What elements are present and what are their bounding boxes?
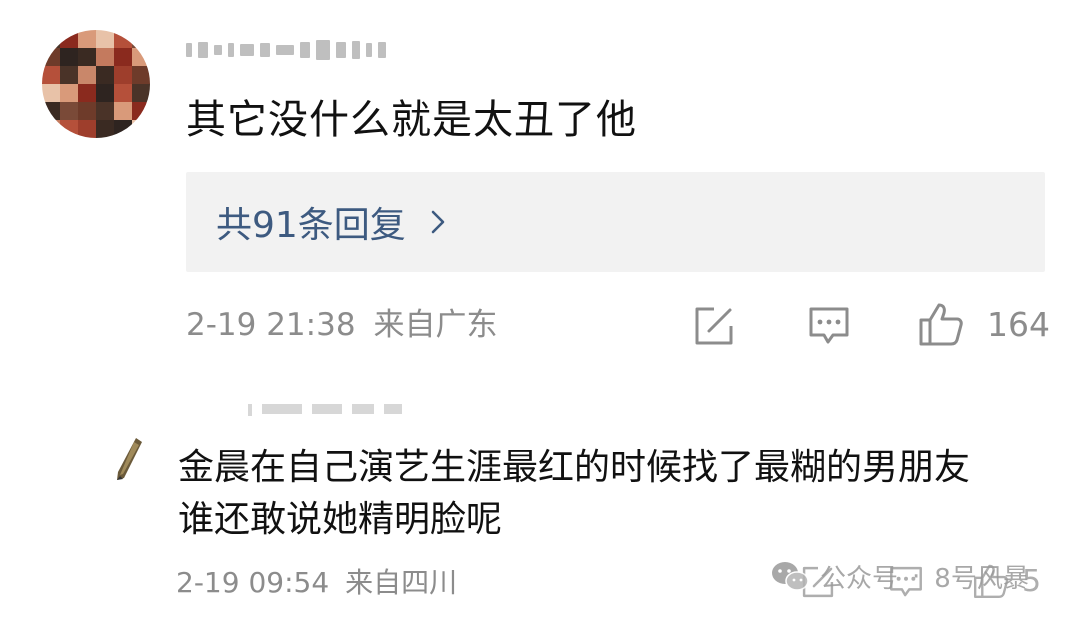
- avatar-mosaic-cell: [78, 30, 96, 48]
- avatar-mosaic-cell: [132, 30, 150, 48]
- like-button[interactable]: 5: [972, 562, 1041, 600]
- avatar-mosaic-cell: [96, 84, 114, 102]
- avatar[interactable]: [42, 30, 150, 138]
- avatar-mosaic-cell: [60, 30, 78, 48]
- replies-box[interactable]: 共91条回复: [186, 172, 1045, 272]
- avatar-mosaic-cell: [78, 48, 96, 66]
- avatar-mosaic-cell: [114, 48, 132, 66]
- avatar-mosaic-cell: [132, 102, 150, 120]
- avatar-mosaic-cell: [114, 84, 132, 102]
- avatar-mosaic-cell: [132, 84, 150, 102]
- avatar-mosaic-cell: [114, 102, 132, 120]
- avatar-mosaic-cell: [42, 120, 60, 138]
- view-replies-link[interactable]: 共91条回复: [216, 196, 452, 248]
- avatar[interactable]: [114, 436, 144, 482]
- avatar-mosaic-cell: [78, 84, 96, 102]
- comment-text: 金晨在自己演艺生涯最红的时候找了最糊的男朋友 谁还敢说她精明脸呢: [178, 442, 1058, 546]
- avatar-mosaic-cell: [60, 84, 78, 102]
- like-count: 5: [1022, 563, 1042, 599]
- avatar-mosaic-cell: [132, 120, 150, 138]
- avatar-mosaic-cell: [96, 102, 114, 120]
- avatar-mosaic-cell: [78, 120, 96, 138]
- thumbs-up-icon: [973, 564, 1009, 599]
- share-button[interactable]: [692, 304, 736, 348]
- comment-text-line: 谁还敢说她精明脸呢: [178, 499, 503, 540]
- avatar-mosaic-cell: [114, 30, 132, 48]
- avatar-mosaic-cell: [78, 102, 96, 120]
- like-count: 164: [987, 304, 1050, 344]
- avatar-mosaic-cell: [60, 66, 78, 84]
- avatar-mosaic-cell: [42, 102, 60, 120]
- avatar-mosaic-cell: [96, 48, 114, 66]
- avatar-mosaic-cell: [42, 48, 60, 66]
- thumbs-up-icon: [919, 303, 963, 346]
- comment-button[interactable]: [807, 304, 851, 348]
- avatar-mosaic-cell: [60, 48, 78, 66]
- avatar-mosaic-cell: [42, 84, 60, 102]
- avatar-mosaic-cell: [96, 30, 114, 48]
- comment-location: 来自广东: [373, 307, 498, 343]
- edit-share-icon: [695, 307, 733, 345]
- comment-bubble-icon: [890, 566, 922, 597]
- avatar-mosaic-cell: [60, 120, 78, 138]
- comment-bubble-icon: [809, 307, 849, 344]
- avatar-mosaic-cell: [132, 66, 150, 84]
- comment-text: 其它没什么就是太丑了他: [186, 97, 637, 143]
- comment-location: 来自四川: [345, 566, 458, 599]
- avatar-mosaic-cell: [60, 102, 78, 120]
- avatar-mosaic-cell: [132, 48, 150, 66]
- like-button[interactable]: 164: [917, 300, 1050, 348]
- comment-date: 2-19 09:54: [176, 566, 330, 599]
- chevron-right-icon: [431, 210, 445, 234]
- avatar-mosaic-cell: [96, 120, 114, 138]
- blurred-username-fragment: [248, 404, 410, 418]
- avatar-mosaic-cell: [42, 66, 60, 84]
- avatar-mosaic-cell: [96, 66, 114, 84]
- avatar-mosaic-cell: [78, 66, 96, 84]
- comment-text-line: 金晨在自己演艺生涯最红的时候找了最糊的男朋友: [178, 447, 971, 488]
- share-button[interactable]: [800, 564, 836, 600]
- edit-share-icon: [802, 566, 834, 598]
- comment-meta: 2-19 09:54 来自四川: [176, 562, 457, 604]
- comment-meta: 2-19 21:38 来自广东: [186, 302, 498, 348]
- comment-date: 2-19 21:38: [186, 307, 356, 343]
- comment-button[interactable]: [888, 564, 924, 600]
- avatar-mosaic-cell: [42, 30, 60, 48]
- avatar-mosaic-cell: [114, 120, 132, 138]
- avatar-mosaic-cell: [114, 66, 132, 84]
- replies-count-label: 共91条回复: [216, 205, 406, 246]
- username-blurred[interactable]: [186, 38, 386, 62]
